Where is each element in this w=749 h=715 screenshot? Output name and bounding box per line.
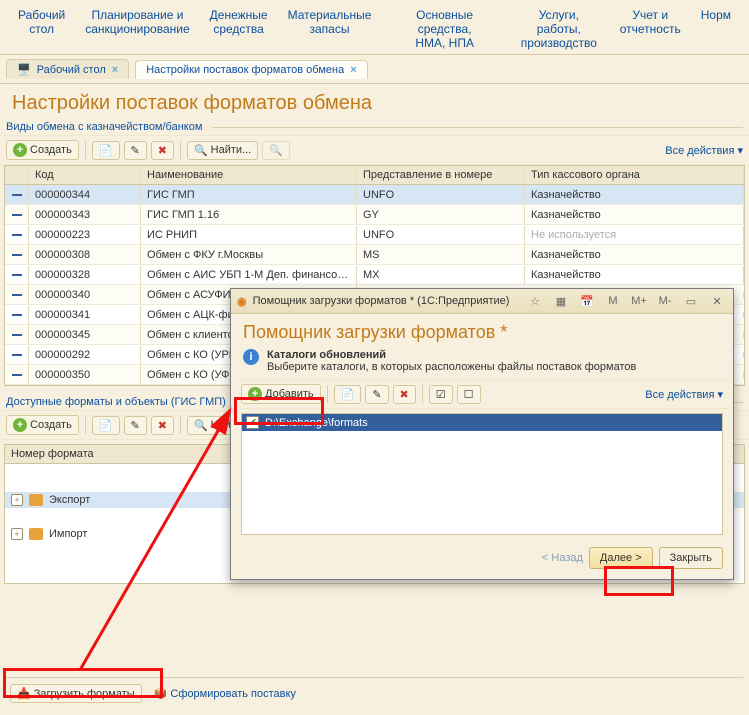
minus-icon <box>12 374 22 376</box>
tab-bar: 🖥️ Рабочий стол × Настройки поставок фор… <box>0 55 749 84</box>
copy-button[interactable]: 📄 <box>334 385 362 404</box>
delete-button[interactable]: ✖ <box>151 416 174 435</box>
mplus-button[interactable]: M+ <box>629 292 649 310</box>
add-button[interactable]: +Добавить <box>241 384 321 404</box>
folder-icon <box>29 494 43 506</box>
tab-formats[interactable]: Настройки поставок форматов обмена × <box>135 60 367 79</box>
nav-desktop[interactable]: Рабочийстол <box>8 4 75 54</box>
desktop-icon: 🖥️ <box>17 63 31 76</box>
next-button[interactable]: Далее > <box>589 547 653 569</box>
dialog-toolbar: +Добавить 📄 ✎ ✖ ☑ ☐ Все действия ▾ <box>235 379 729 409</box>
minus-icon <box>12 294 22 296</box>
check-all-button[interactable]: ☑ <box>429 385 453 404</box>
grid-header: Код Наименование Представление в номере … <box>5 166 744 185</box>
col-name[interactable]: Наименование <box>141 166 357 184</box>
close-button[interactable]: Закрыть <box>659 547 723 569</box>
plus-icon: + <box>13 143 27 157</box>
tab-desktop[interactable]: 🖥️ Рабочий стол × <box>6 59 129 79</box>
info-text: Выберите каталоги, в которых расположены… <box>267 361 636 373</box>
nav-planning[interactable]: Планирование исанкционирование <box>75 4 199 54</box>
minus-icon <box>12 354 22 356</box>
m-button[interactable]: M <box>603 292 623 310</box>
favorite-icon[interactable]: ☆ <box>525 292 545 310</box>
table-row[interactable]: 000000308Обмен с ФКУ г.МосквыMSКазначейс… <box>5 245 744 265</box>
minus-icon <box>12 214 22 216</box>
path-list[interactable]: ✔ D:\Exchange\formats <box>241 413 723 535</box>
minus-icon <box>12 194 22 196</box>
dialog-titlebar[interactable]: ◉ Помощник загрузки форматов * (1С:Предп… <box>231 289 733 314</box>
plus-icon: + <box>13 418 27 432</box>
table-row[interactable]: 000000223ИС РНИПUNFOНе используется <box>5 225 744 245</box>
list-item[interactable]: ✔ D:\Exchange\formats <box>242 414 722 431</box>
mminus-button[interactable]: M- <box>655 292 675 310</box>
copy-button[interactable]: 📄 <box>92 416 120 435</box>
all-actions-link[interactable]: Все действия ▾ <box>665 144 743 157</box>
checkbox-icon[interactable]: ✔ <box>246 416 259 429</box>
section-exchange-types: Виды обмена с казначейством/банком <box>6 121 743 133</box>
edit-button[interactable]: ✎ <box>124 141 147 160</box>
dialog-footer: < Назад Далее > Закрыть <box>231 539 733 579</box>
col-code[interactable]: Код <box>29 166 141 184</box>
minus-icon <box>12 254 22 256</box>
minus-icon <box>12 334 22 336</box>
delete-button[interactable]: ✖ <box>151 141 174 160</box>
main-nav: Рабочийстол Планирование исанкционирован… <box>0 0 749 55</box>
tab-label: Настройки поставок форматов обмена <box>146 64 344 76</box>
wizard-dialog: ◉ Помощник загрузки форматов * (1С:Предп… <box>230 288 734 580</box>
col-repr[interactable]: Представление в номере <box>357 166 525 184</box>
dialog-heading: Помощник загрузки форматов * <box>243 322 721 343</box>
minus-icon <box>12 314 22 316</box>
close-icon[interactable]: ✕ <box>707 292 727 310</box>
folder-icon <box>29 528 43 540</box>
edit-button[interactable]: ✎ <box>365 385 388 404</box>
edit-button[interactable]: ✎ <box>124 416 147 435</box>
expand-icon[interactable]: + <box>11 494 23 506</box>
col-type[interactable]: Тип кассового органа <box>525 166 744 184</box>
info-icon: i <box>243 349 259 365</box>
toolbar-main: +Создать 📄 ✎ ✖ 🔍Найти... 🔍 Все действия … <box>0 135 749 165</box>
create-button[interactable]: +Создать <box>6 415 79 435</box>
tree-label: Импорт <box>49 528 87 540</box>
back-button: < Назад <box>542 552 583 564</box>
tree-label: Экспорт <box>49 494 90 506</box>
make-package-link[interactable]: 📦 Сформировать поставку <box>154 687 296 700</box>
app-icon: ◉ <box>237 295 247 308</box>
table-row[interactable]: 000000328Обмен с АИС УБП 1-М Деп. финанс… <box>5 265 744 285</box>
calendar-icon[interactable]: 📅 <box>577 292 597 310</box>
all-actions-link[interactable]: Все действия ▾ <box>645 388 723 401</box>
delete-button[interactable]: ✖ <box>393 385 416 404</box>
expand-icon[interactable]: + <box>11 528 23 540</box>
plus-icon: + <box>248 387 262 401</box>
minus-icon <box>12 234 22 236</box>
nav-assets[interactable]: Основные средства,НМА, НПА <box>381 4 508 54</box>
info-title: Каталоги обновлений <box>267 349 636 361</box>
close-icon[interactable]: × <box>112 64 118 76</box>
table-row[interactable]: 000000344ГИС ГМПUNFOКазначейство <box>5 185 744 205</box>
close-icon[interactable]: × <box>350 64 356 76</box>
clear-find-button[interactable]: 🔍 <box>262 141 290 160</box>
dialog-info: i Каталоги обновлений Выберите каталоги,… <box>231 347 733 379</box>
calc-icon[interactable]: ▦ <box>551 292 571 310</box>
copy-button[interactable]: 📄 <box>92 141 120 160</box>
tab-label: Рабочий стол <box>37 64 106 76</box>
table-row[interactable]: 000000343ГИС ГМП 1.16GYКазначейство <box>5 205 744 225</box>
nav-norm[interactable]: Норм <box>691 4 741 54</box>
nav-materials[interactable]: Материальныезапасы <box>278 4 382 54</box>
minus-icon <box>12 274 22 276</box>
path-value: D:\Exchange\formats <box>265 417 368 429</box>
nav-money[interactable]: Денежныесредства <box>200 4 278 54</box>
bottom-toolbar: 📥 Загрузить форматы 📦 Сформировать поста… <box>6 677 743 709</box>
create-button[interactable]: +Создать <box>6 140 79 160</box>
dialog-title: Помощник загрузки форматов * (1С:Предпри… <box>253 295 510 307</box>
page-title: Настройки поставок форматов обмена <box>12 92 737 115</box>
minimize-icon[interactable]: ▭ <box>681 292 701 310</box>
find-button[interactable]: 🔍Найти... <box>187 141 258 160</box>
nav-reports[interactable]: Учет иотчетность <box>610 4 691 54</box>
load-formats-button[interactable]: 📥 Загрузить форматы <box>10 684 142 703</box>
uncheck-all-button[interactable]: ☐ <box>457 385 481 404</box>
nav-services[interactable]: Услуги, работы,производство <box>508 4 610 54</box>
